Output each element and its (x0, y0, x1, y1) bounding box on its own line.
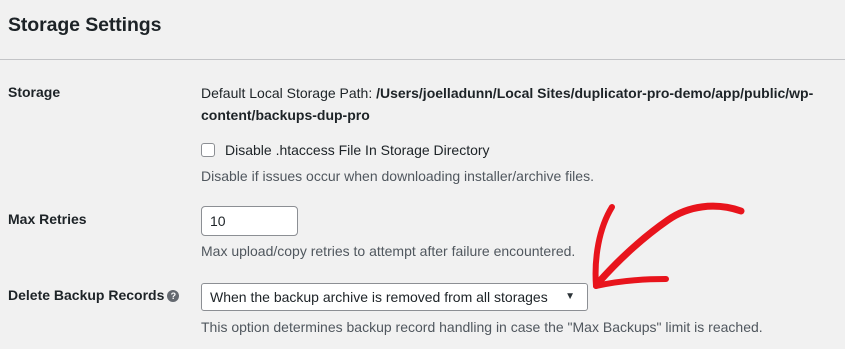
delete-records-select[interactable]: When the backup archive is removed from … (201, 283, 588, 311)
htaccess-description: Disable if issues occur when downloading… (201, 168, 594, 184)
help-icon[interactable]: ? (167, 290, 180, 302)
delete-records-selected-value: When the backup archive is removed from … (210, 289, 548, 305)
delete-records-label: Delete Backup Records? (8, 286, 180, 304)
storage-path-text: Default Local Storage Path: /Users/joell… (201, 82, 831, 126)
htaccess-checkbox-label: Disable .htaccess File In Storage Direct… (225, 142, 490, 158)
storage-label: Storage (8, 84, 61, 100)
page-title: Storage Settings (8, 14, 162, 36)
divider (0, 59, 845, 60)
max-retries-label: Max Retries (8, 211, 87, 227)
max-retries-input[interactable]: 10 (201, 206, 298, 236)
max-retries-description: Max upload/copy retries to attempt after… (201, 243, 576, 259)
delete-records-label-text: Delete Backup Records (8, 287, 165, 303)
storage-path-prefix: Default Local Storage Path: (201, 85, 377, 101)
delete-records-description: This option determines backup record han… (201, 319, 763, 335)
storage-settings-page: Storage Settings Storage Default Local S… (0, 0, 845, 349)
htaccess-checkbox[interactable] (201, 143, 215, 157)
chevron-down-icon: ▼ (565, 291, 575, 302)
htaccess-option[interactable]: Disable .htaccess File In Storage Direct… (201, 141, 490, 159)
